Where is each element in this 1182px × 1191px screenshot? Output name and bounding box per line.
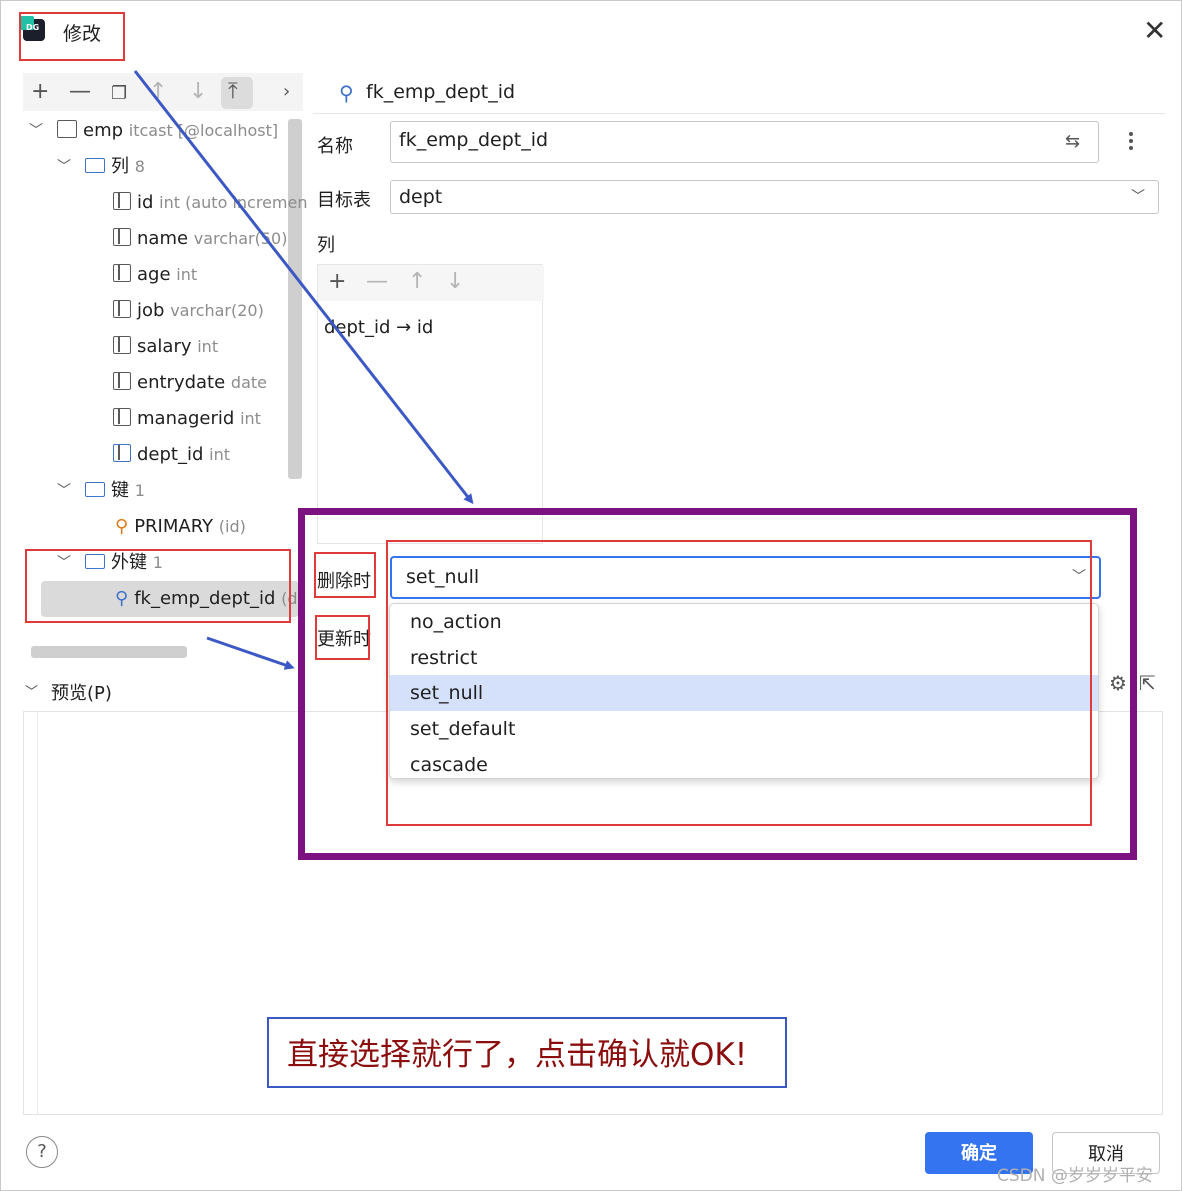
arrow-title-to-area [133, 70, 474, 505]
annotation-arrows [133, 70, 474, 670]
modify-dialog: DG 修改 ✕ + — ❐ ↑ ↓ ⤒ › ﹀ emp itcast [@loc… [0, 0, 1182, 1191]
annotation-note-text: 直接选择就行了，点击确认就OK! [287, 1037, 748, 1073]
annotation-note: 直接选择就行了，点击确认就OK! [267, 1017, 787, 1088]
watermark: CSDN @岁岁岁平安 [997, 1166, 1153, 1186]
arrow-fk-to-area [206, 636, 295, 670]
help-icon[interactable]: ? [26, 1136, 58, 1168]
